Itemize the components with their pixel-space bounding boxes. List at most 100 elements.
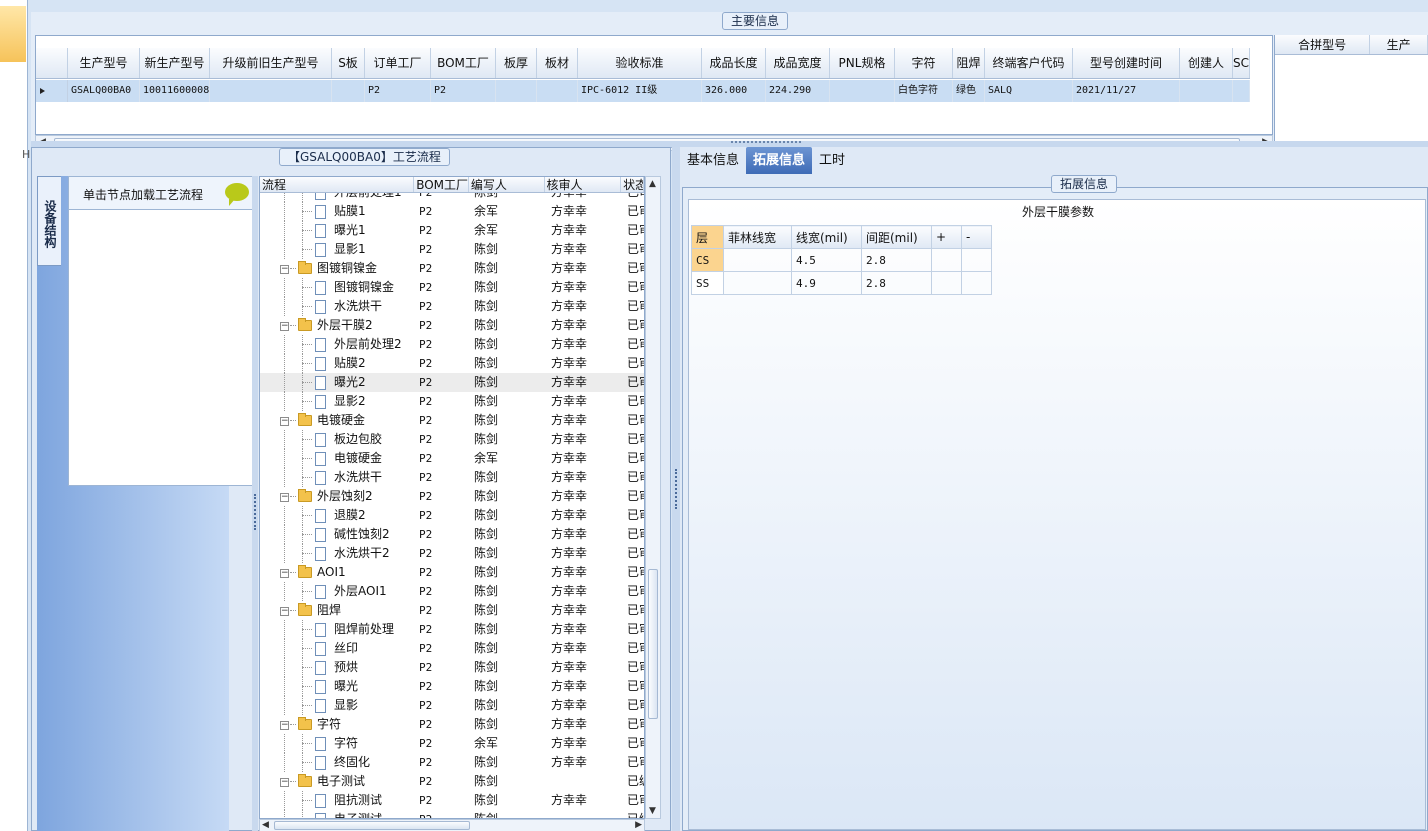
tree-column-header[interactable]: 编写人	[469, 177, 545, 192]
auditor-cell[interactable]: 方幸幸	[546, 563, 623, 582]
splitter-grip[interactable]	[675, 469, 677, 509]
vertical-splitter[interactable]	[252, 176, 258, 831]
tab-work-hours[interactable]: 工时	[812, 147, 852, 174]
status-cell[interactable]: 已审核	[623, 620, 644, 639]
status-cell[interactable]: 已审核	[623, 297, 644, 316]
status-cell[interactable]: 已审核	[623, 221, 644, 240]
tree-step-row[interactable]: 水洗烘干 P2陈剑方幸幸已审核	[260, 297, 644, 316]
tree-step-row[interactable]: 贴膜1 P2余军方幸幸已审核	[260, 202, 644, 221]
column-header[interactable]: 线宽(mil)	[791, 225, 862, 249]
remove-column-button[interactable]: -	[961, 225, 992, 249]
tree-vscrollbar[interactable]: ▲ ▼	[645, 176, 661, 819]
column-header[interactable]: BOM工厂	[431, 48, 496, 78]
writer-cell[interactable]: 陈剑	[470, 259, 546, 278]
bom-factory-cell[interactable]: P2	[415, 582, 470, 601]
column-header[interactable]: 板厚	[496, 48, 537, 78]
tree-group-row[interactable]: − AOI1 P2陈剑方幸幸已审核	[260, 563, 644, 582]
bom-factory-cell[interactable]: P2	[415, 677, 470, 696]
status-cell[interactable]: 已审核	[623, 449, 644, 468]
status-cell[interactable]: 已审核	[623, 658, 644, 677]
column-header[interactable]: 终端客户代码	[985, 48, 1073, 78]
bom-factory-cell[interactable]: P2	[415, 506, 470, 525]
tree-node-cell[interactable]: 曝光2	[260, 373, 415, 392]
bom-factory-cell[interactable]: P2	[415, 392, 470, 411]
layer-cell[interactable]: SS	[691, 271, 724, 295]
auditor-cell[interactable]: 方幸幸	[546, 373, 623, 392]
column-header[interactable]: 合拼型号	[1275, 35, 1371, 54]
tree-step-row[interactable]: 阻焊前处理 P2陈剑方幸幸已审核	[260, 620, 644, 639]
scroll-right-icon[interactable]: ▶	[635, 820, 642, 830]
tree-node-cell[interactable]: − 外层蚀刻2	[260, 487, 415, 506]
tree-column-header[interactable]: 核审人	[545, 177, 622, 192]
table-row[interactable]: GSALQ00BA010011600008907 P2P2 IPC-6012 II级…	[36, 80, 1250, 102]
writer-cell[interactable]: 陈剑	[470, 810, 546, 818]
bom-factory-cell[interactable]: P2	[415, 449, 470, 468]
collapse-icon[interactable]: −	[280, 721, 289, 730]
tree-step-row[interactable]: 电子测试 P2陈剑 已编写	[260, 810, 644, 818]
tree-node-cell[interactable]: − 图镀铜镍金	[260, 259, 415, 278]
table-cell[interactable]: 4.9	[791, 271, 862, 295]
auditor-cell[interactable]: 方幸幸	[546, 221, 623, 240]
table-cell[interactable]	[830, 80, 895, 102]
table-cell[interactable]: 2.8	[861, 271, 932, 295]
writer-cell[interactable]: 陈剑	[470, 373, 546, 392]
status-cell[interactable]: 已编写	[623, 772, 644, 791]
tree-node-cell[interactable]: 碱性蚀刻2	[260, 525, 415, 544]
tree-step-row[interactable]: 图镀铜镍金 P2陈剑方幸幸已审核	[260, 278, 644, 297]
bom-factory-cell[interactable]: P2	[415, 468, 470, 487]
tree-node-cell[interactable]: 显影1	[260, 240, 415, 259]
tree-step-row[interactable]: 曝光1 P2余军方幸幸已审核	[260, 221, 644, 240]
status-cell[interactable]: 已审核	[623, 392, 644, 411]
writer-cell[interactable]: 陈剑	[470, 354, 546, 373]
tree-step-row[interactable]: 外层AOI1 P2陈剑方幸幸已审核	[260, 582, 644, 601]
writer-cell[interactable]: 余军	[470, 221, 546, 240]
tree-node-cell[interactable]: − 阻焊	[260, 601, 415, 620]
bom-factory-cell[interactable]: P2	[415, 316, 470, 335]
bom-factory-cell[interactable]: P2	[415, 525, 470, 544]
tree-node-cell[interactable]: 预烘	[260, 658, 415, 677]
column-header[interactable]: 生产型号	[68, 48, 140, 78]
writer-cell[interactable]: 陈剑	[470, 430, 546, 449]
table-cell[interactable]: 2021/11/27	[1073, 80, 1180, 102]
status-cell[interactable]: 已审核	[623, 373, 644, 392]
tree-group-row[interactable]: − 外层蚀刻2 P2陈剑方幸幸已审核	[260, 487, 644, 506]
tree-step-row[interactable]: 外层前处理2 P2陈剑方幸幸已审核	[260, 335, 644, 354]
writer-cell[interactable]: 余军	[470, 734, 546, 753]
tree-node-cell[interactable]: 图镀铜镍金	[260, 278, 415, 297]
column-header[interactable]: S板	[332, 48, 365, 78]
writer-cell[interactable]: 陈剑	[470, 316, 546, 335]
status-cell[interactable]: 已审核	[623, 202, 644, 221]
table-cell[interactable]	[332, 80, 365, 102]
tree-node-cell[interactable]: 贴膜1	[260, 202, 415, 221]
auditor-cell[interactable]: 方幸幸	[546, 601, 623, 620]
status-cell[interactable]: 已审核	[623, 696, 644, 715]
tree-node-cell[interactable]: 终固化	[260, 753, 415, 772]
bom-factory-cell[interactable]: P2	[415, 791, 470, 810]
bom-factory-cell[interactable]: P2	[415, 354, 470, 373]
status-cell[interactable]: 已审核	[623, 677, 644, 696]
table-cell[interactable]: P2	[365, 80, 431, 102]
table-cell[interactable]	[723, 271, 792, 295]
auditor-cell[interactable]: 方幸幸	[546, 468, 623, 487]
writer-cell[interactable]: 陈剑	[470, 392, 546, 411]
bom-factory-cell[interactable]: P2	[415, 430, 470, 449]
tree-group-row[interactable]: − 字符 P2陈剑方幸幸已审核	[260, 715, 644, 734]
auditor-cell[interactable]: 方幸幸	[546, 582, 623, 601]
column-header[interactable]: 订单工厂	[365, 48, 431, 78]
writer-cell[interactable]: 陈剑	[470, 468, 546, 487]
table-cell[interactable]	[723, 248, 792, 272]
status-cell[interactable]: 已编写	[623, 810, 644, 818]
table-cell[interactable]: 326.000	[702, 80, 766, 102]
scroll-up-icon[interactable]: ▲	[649, 179, 656, 189]
column-header[interactable]: 升级前旧生产型号	[210, 48, 332, 78]
bom-factory-cell[interactable]: P2	[415, 411, 470, 430]
writer-cell[interactable]: 陈剑	[470, 506, 546, 525]
column-header[interactable]: 成品长度	[702, 48, 766, 78]
tree-node-cell[interactable]: 退膜2	[260, 506, 415, 525]
table-cell[interactable]	[496, 80, 537, 102]
auditor-cell[interactable]: 方幸幸	[546, 696, 623, 715]
tab-basic-info[interactable]: 基本信息	[680, 147, 746, 174]
bom-factory-cell[interactable]: P2	[415, 734, 470, 753]
tree-step-row[interactable]: 电镀硬金 P2余军方幸幸已审核	[260, 449, 644, 468]
status-cell[interactable]: 已审核	[623, 563, 644, 582]
